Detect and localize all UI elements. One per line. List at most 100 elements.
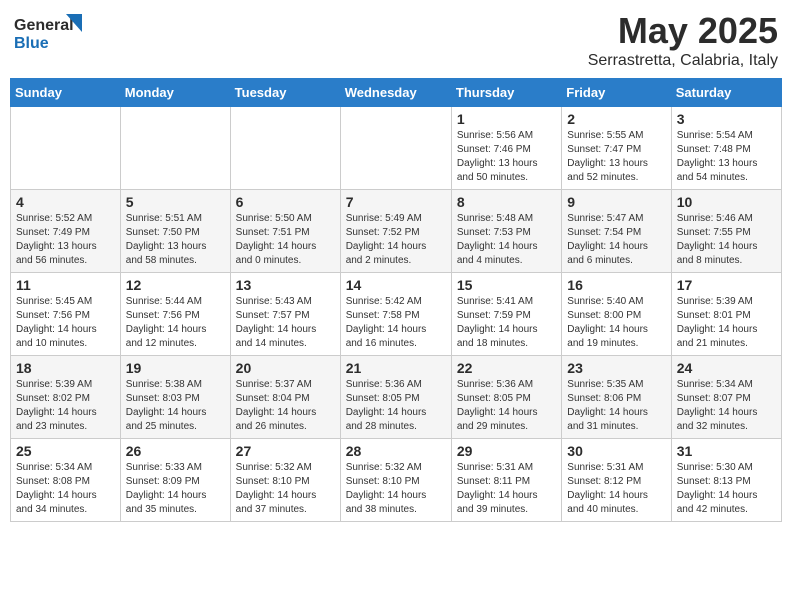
- calendar-cell: 19 Sunrise: 5:38 AM Sunset: 8:03 PM Dayli…: [120, 356, 230, 439]
- calendar-cell: 22Sunrise: 5:36 AM Sunset: 8:05 PM Dayli…: [451, 356, 561, 439]
- calendar-cell: 7Sunrise: 5:49 AM Sunset: 7:52 PM Daylig…: [340, 190, 451, 273]
- day-number: 5: [126, 194, 225, 210]
- day-number: 31: [677, 443, 776, 459]
- day-number: 15: [457, 277, 556, 293]
- day-number: 22: [457, 360, 556, 376]
- calendar-week-3: 11Sunrise: 5:45 AM Sunset: 7:56 PM Dayli…: [11, 273, 782, 356]
- day-info: Sunrise: 5:45 AM Sunset: 7:56 PM Dayligh…: [16, 295, 115, 351]
- calendar-week-1: 1 Sunrise: 5:56 AM Sunset: 7:46 PM Daylig…: [11, 107, 782, 190]
- day-number: 25: [16, 443, 115, 459]
- calendar-cell: 25 Sunrise: 5:34 AM Sunset: 8:08 PM Dayli…: [11, 439, 121, 522]
- weekday-header-sunday: Sunday: [11, 79, 121, 107]
- day-info: Sunrise: 5:30 AM Sunset: 8:13 PM Dayligh…: [677, 461, 776, 517]
- calendar-week-2: 4Sunrise: 5:52 AM Sunset: 7:49 PM Daylig…: [11, 190, 782, 273]
- calendar-table: SundayMondayTuesdayWednesdayThursdayFrid…: [10, 78, 782, 522]
- title-block: May 2025 Serrastretta, Calabria, Italy: [588, 10, 778, 70]
- calendar-cell: 14 Sunrise: 5:42 AM Sunset: 7:58 PM Dayli…: [340, 273, 451, 356]
- day-info: Sunrise: 5:42 AM Sunset: 7:58 PM Dayligh…: [346, 295, 446, 351]
- day-info: Sunrise: 5:37 AM Sunset: 8:04 PM Dayligh…: [236, 378, 335, 434]
- weekday-header-row: SundayMondayTuesdayWednesdayThursdayFrid…: [11, 79, 782, 107]
- day-number: 30: [567, 443, 665, 459]
- day-info: Sunrise: 5:33 AM Sunset: 8:09 PM Dayligh…: [126, 461, 225, 517]
- calendar-cell: [230, 107, 340, 190]
- day-info: Sunrise: 5:41 AM Sunset: 7:59 PM Dayligh…: [457, 295, 556, 351]
- day-info: Sunrise: 5:32 AM Sunset: 8:10 PM Dayligh…: [236, 461, 335, 517]
- day-info: Sunrise: 5:32 AM Sunset: 8:10 PM Dayligh…: [346, 461, 446, 517]
- day-number: 3: [677, 111, 776, 127]
- calendar-cell: 12Sunrise: 5:44 AM Sunset: 7:56 PM Dayli…: [120, 273, 230, 356]
- day-number: 21: [346, 360, 446, 376]
- day-number: 2: [567, 111, 665, 127]
- calendar-cell: 15 Sunrise: 5:41 AM Sunset: 7:59 PM Dayli…: [451, 273, 561, 356]
- weekday-header-wednesday: Wednesday: [340, 79, 451, 107]
- weekday-header-monday: Monday: [120, 79, 230, 107]
- calendar-cell: 27 Sunrise: 5:32 AM Sunset: 8:10 PM Dayli…: [230, 439, 340, 522]
- calendar-cell: 1 Sunrise: 5:56 AM Sunset: 7:46 PM Daylig…: [451, 107, 561, 190]
- day-info: Sunrise: 5:46 AM Sunset: 7:55 PM Dayligh…: [677, 212, 776, 268]
- calendar-cell: 4Sunrise: 5:52 AM Sunset: 7:49 PM Daylig…: [11, 190, 121, 273]
- calendar-cell: 6 Sunrise: 5:50 AM Sunset: 7:51 PM Daylig…: [230, 190, 340, 273]
- day-number: 29: [457, 443, 556, 459]
- calendar-cell: 11Sunrise: 5:45 AM Sunset: 7:56 PM Dayli…: [11, 273, 121, 356]
- calendar-cell: 23 Sunrise: 5:35 AM Sunset: 8:06 PM Dayli…: [562, 356, 671, 439]
- day-number: 19: [126, 360, 225, 376]
- day-info: Sunrise: 5:43 AM Sunset: 7:57 PM Dayligh…: [236, 295, 335, 351]
- day-info: Sunrise: 5:34 AM Sunset: 8:08 PM Dayligh…: [16, 461, 115, 517]
- day-number: 23: [567, 360, 665, 376]
- svg-text:Blue: Blue: [14, 35, 49, 52]
- calendar-cell: [120, 107, 230, 190]
- calendar-cell: 26 Sunrise: 5:33 AM Sunset: 8:09 PM Dayli…: [120, 439, 230, 522]
- day-number: 9: [567, 194, 665, 210]
- day-number: 12: [126, 277, 225, 293]
- calendar-cell: 17 Sunrise: 5:39 AM Sunset: 8:01 PM Dayli…: [671, 273, 781, 356]
- day-info: Sunrise: 5:50 AM Sunset: 7:51 PM Dayligh…: [236, 212, 335, 268]
- calendar-cell: 8 Sunrise: 5:48 AM Sunset: 7:53 PM Daylig…: [451, 190, 561, 273]
- day-number: 6: [236, 194, 335, 210]
- day-number: 17: [677, 277, 776, 293]
- page-header: General Blue May 2025 Serrastretta, Cala…: [10, 10, 782, 70]
- day-info: Sunrise: 5:56 AM Sunset: 7:46 PM Dayligh…: [457, 129, 556, 185]
- day-info: Sunrise: 5:51 AM Sunset: 7:50 PM Dayligh…: [126, 212, 225, 268]
- day-info: Sunrise: 5:31 AM Sunset: 8:11 PM Dayligh…: [457, 461, 556, 517]
- day-info: Sunrise: 5:49 AM Sunset: 7:52 PM Dayligh…: [346, 212, 446, 268]
- calendar-week-4: 18Sunrise: 5:39 AM Sunset: 8:02 PM Dayli…: [11, 356, 782, 439]
- day-number: 10: [677, 194, 776, 210]
- logo: General Blue: [14, 10, 86, 54]
- day-number: 24: [677, 360, 776, 376]
- day-info: Sunrise: 5:38 AM Sunset: 8:03 PM Dayligh…: [126, 378, 225, 434]
- logo-svg: General Blue: [14, 10, 86, 54]
- day-number: 8: [457, 194, 556, 210]
- calendar-cell: 30Sunrise: 5:31 AM Sunset: 8:12 PM Dayli…: [562, 439, 671, 522]
- day-info: Sunrise: 5:36 AM Sunset: 8:05 PM Dayligh…: [346, 378, 446, 434]
- calendar-cell: [11, 107, 121, 190]
- day-info: Sunrise: 5:34 AM Sunset: 8:07 PM Dayligh…: [677, 378, 776, 434]
- day-info: Sunrise: 5:55 AM Sunset: 7:47 PM Dayligh…: [567, 129, 665, 185]
- calendar-cell: 5 Sunrise: 5:51 AM Sunset: 7:50 PM Daylig…: [120, 190, 230, 273]
- day-number: 4: [16, 194, 115, 210]
- calendar-cell: 29 Sunrise: 5:31 AM Sunset: 8:11 PM Dayli…: [451, 439, 561, 522]
- day-info: Sunrise: 5:48 AM Sunset: 7:53 PM Dayligh…: [457, 212, 556, 268]
- day-info: Sunrise: 5:40 AM Sunset: 8:00 PM Dayligh…: [567, 295, 665, 351]
- calendar-cell: 3Sunrise: 5:54 AM Sunset: 7:48 PM Daylig…: [671, 107, 781, 190]
- calendar-cell: 28 Sunrise: 5:32 AM Sunset: 8:10 PM Dayli…: [340, 439, 451, 522]
- day-info: Sunrise: 5:35 AM Sunset: 8:06 PM Dayligh…: [567, 378, 665, 434]
- weekday-header-friday: Friday: [562, 79, 671, 107]
- day-number: 28: [346, 443, 446, 459]
- day-number: 27: [236, 443, 335, 459]
- day-number: 18: [16, 360, 115, 376]
- calendar-cell: 10 Sunrise: 5:46 AM Sunset: 7:55 PM Dayli…: [671, 190, 781, 273]
- day-info: Sunrise: 5:39 AM Sunset: 8:01 PM Dayligh…: [677, 295, 776, 351]
- calendar-cell: 18Sunrise: 5:39 AM Sunset: 8:02 PM Dayli…: [11, 356, 121, 439]
- weekday-header-thursday: Thursday: [451, 79, 561, 107]
- calendar-cell: 31 Sunrise: 5:30 AM Sunset: 8:13 PM Dayli…: [671, 439, 781, 522]
- day-number: 26: [126, 443, 225, 459]
- calendar-cell: 20Sunrise: 5:37 AM Sunset: 8:04 PM Dayli…: [230, 356, 340, 439]
- day-number: 14: [346, 277, 446, 293]
- page-title: May 2025: [588, 10, 778, 52]
- calendar-cell: 9Sunrise: 5:47 AM Sunset: 7:54 PM Daylig…: [562, 190, 671, 273]
- day-number: 13: [236, 277, 335, 293]
- calendar-cell: 24 Sunrise: 5:34 AM Sunset: 8:07 PM Dayli…: [671, 356, 781, 439]
- day-number: 1: [457, 111, 556, 127]
- calendar-cell: 21 Sunrise: 5:36 AM Sunset: 8:05 PM Dayli…: [340, 356, 451, 439]
- calendar-cell: 13 Sunrise: 5:43 AM Sunset: 7:57 PM Dayli…: [230, 273, 340, 356]
